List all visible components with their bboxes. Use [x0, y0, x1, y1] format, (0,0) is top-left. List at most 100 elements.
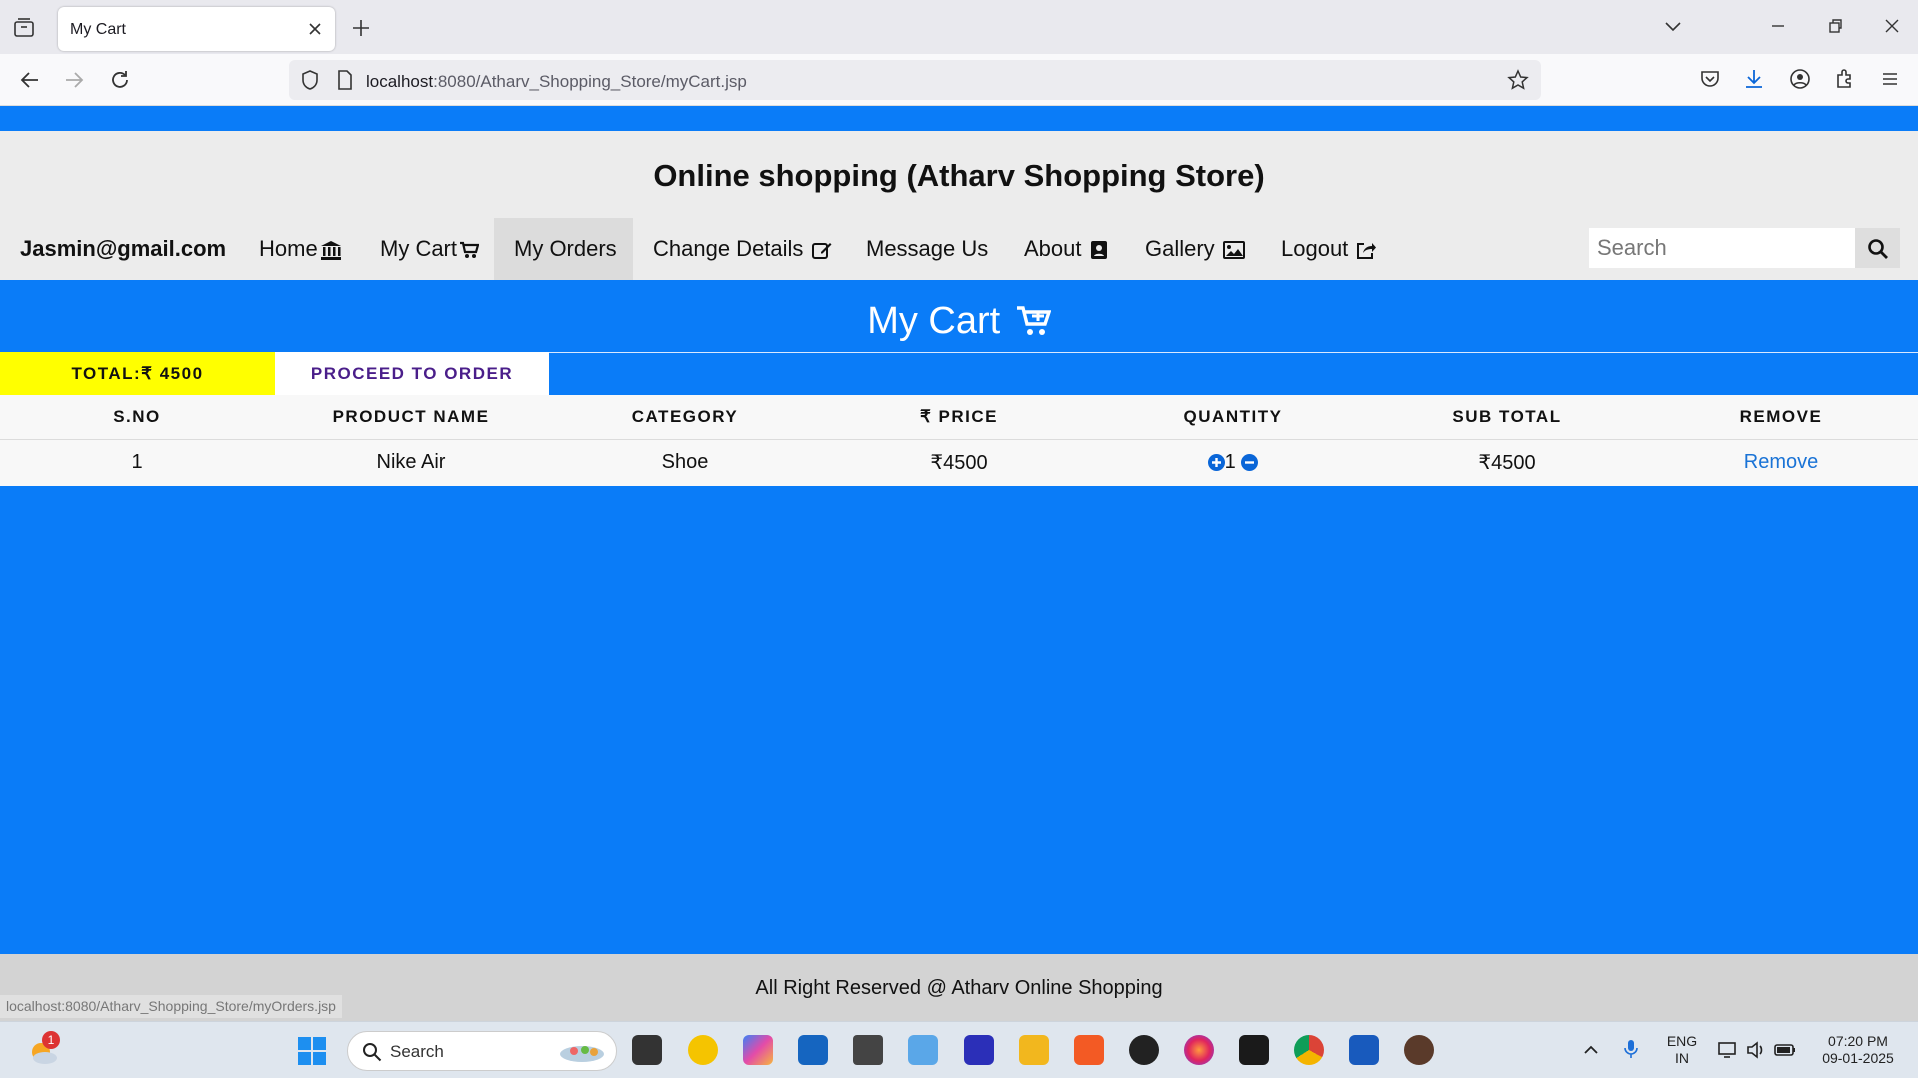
- col-remove: REMOVE: [1644, 395, 1918, 440]
- menu-item-change-details[interactable]: Change Details: [653, 218, 832, 280]
- cell-quantity: 1: [1096, 439, 1370, 486]
- site-header: Online shopping (Atharv Shopping Store) …: [0, 131, 1918, 280]
- widgets-icon[interactable]: [688, 1035, 718, 1065]
- menu-icon[interactable]: [1878, 67, 1902, 91]
- plus-circle-icon[interactable]: [1207, 454, 1225, 472]
- cell-subtotal: ₹4500: [1478, 452, 1536, 475]
- browser-tab-bar: My Cart: [0, 0, 1918, 54]
- search-input[interactable]: [1589, 228, 1855, 268]
- reload-icon[interactable]: [108, 68, 132, 92]
- col-sub-total: SUB TOTAL: [1370, 395, 1644, 440]
- page-icon: [338, 70, 352, 90]
- cart-table: S.NO PRODUCT NAME CATEGORY ₹ PRICE QUANT…: [0, 395, 1918, 486]
- control-panel-icon[interactable]: [908, 1035, 938, 1065]
- volume-icon[interactable]: [1745, 1040, 1767, 1060]
- site-title: Online shopping (Atharv Shopping Store): [653, 158, 1265, 193]
- account-icon[interactable]: [1788, 67, 1812, 91]
- menu-item-logout[interactable]: Logout: [1281, 218, 1377, 280]
- col-sno: S.NO: [0, 395, 274, 440]
- search-icon: [1868, 239, 1888, 259]
- shield-icon[interactable]: [299, 69, 321, 91]
- address-bar[interactable]: localhost:8080/Atharv_Shopping_Store/myC…: [289, 60, 1541, 100]
- cart-total: TOTAL:₹ 4500: [0, 352, 275, 395]
- proceed-to-order-button[interactable]: PROCEED TO ORDER: [275, 352, 549, 395]
- word-icon[interactable]: [1349, 1035, 1379, 1065]
- taskbar-search[interactable]: Search: [347, 1031, 617, 1071]
- brave-icon[interactable]: [1074, 1035, 1104, 1065]
- share-icon: [1357, 243, 1377, 260]
- app-emblem-icon[interactable]: [1404, 1035, 1434, 1065]
- extensions-icon[interactable]: [1833, 67, 1857, 91]
- file-explorer-icon[interactable]: [1019, 1035, 1049, 1065]
- col-product-name: PRODUCT NAME: [274, 395, 548, 440]
- close-window-icon[interactable]: [1880, 14, 1904, 38]
- menu-item-home[interactable]: Home: [259, 218, 342, 280]
- browser-nav-bar: localhost:8080/Atharv_Shopping_Store/myC…: [0, 54, 1918, 106]
- firefox-icon[interactable]: [1184, 1035, 1214, 1065]
- battery-icon[interactable]: [1773, 1040, 1797, 1060]
- remove-link[interactable]: Remove: [1744, 451, 1818, 473]
- main-menu: Jasmin@gmail.com Home My Cart My Orders …: [0, 218, 1918, 280]
- cart-icon: [460, 242, 479, 259]
- cart-icon: [1016, 306, 1052, 335]
- cart-heading: My Cart: [0, 300, 1918, 343]
- close-icon[interactable]: [305, 19, 325, 39]
- status-bar-url: localhost:8080/Atharv_Shopping_Store/myO…: [0, 995, 342, 1018]
- restore-icon[interactable]: [1823, 14, 1847, 38]
- menu-user-email: Jasmin@gmail.com: [20, 236, 227, 261]
- bookmark-star-icon[interactable]: [1507, 69, 1529, 91]
- weather-widget[interactable]: 1: [26, 1031, 60, 1068]
- search-highlight-icon: [560, 1046, 604, 1062]
- language-indicator[interactable]: ENG IN: [1660, 1033, 1704, 1067]
- image-icon: [1222, 241, 1245, 260]
- table-row: 1 Nike Air Shoe ₹4500 1 ₹4500 Remove: [0, 439, 1918, 486]
- tab-list-icon[interactable]: [12, 16, 36, 40]
- back-arrow-icon[interactable]: [18, 68, 42, 92]
- microphone-icon[interactable]: [1622, 1038, 1640, 1060]
- menu-item-my-cart[interactable]: My Cart: [380, 218, 479, 280]
- contact-book-icon: [1090, 241, 1107, 260]
- quantity-value: 1: [1224, 451, 1236, 474]
- windows-start-icon[interactable]: [297, 1036, 327, 1066]
- browser-tab[interactable]: My Cart: [58, 7, 335, 51]
- bank-icon: [320, 241, 341, 261]
- store-icon[interactable]: [798, 1035, 828, 1065]
- table-header-row: S.NO PRODUCT NAME CATEGORY ₹ PRICE QUANT…: [0, 395, 1918, 440]
- copilot-icon[interactable]: [743, 1035, 773, 1065]
- network-icon[interactable]: [1717, 1040, 1739, 1060]
- menu-item-gallery[interactable]: Gallery: [1145, 218, 1245, 280]
- notification-badge: 1: [42, 1031, 60, 1049]
- obs-icon[interactable]: [1129, 1035, 1159, 1065]
- col-category: CATEGORY: [548, 395, 822, 440]
- menu-item-message-us[interactable]: Message Us: [866, 218, 988, 280]
- plus-icon[interactable]: [350, 17, 372, 39]
- cell-category: Shoe: [661, 451, 709, 474]
- app-vs-icon[interactable]: [964, 1035, 994, 1065]
- menu-item-my-orders[interactable]: My Orders: [494, 218, 633, 280]
- minimize-icon[interactable]: [1766, 14, 1790, 38]
- chevron-up-icon[interactable]: [1582, 1042, 1600, 1058]
- tab-title: My Cart: [70, 21, 126, 38]
- task-view-icon[interactable]: [632, 1035, 662, 1065]
- menu-item-about[interactable]: About: [1024, 218, 1108, 280]
- search-icon: [363, 1043, 382, 1062]
- cell-remove: Remove: [1644, 439, 1918, 486]
- cell-price: ₹4500: [930, 452, 988, 475]
- chevron-down-icon[interactable]: [1661, 14, 1685, 38]
- app-cube-icon[interactable]: [853, 1035, 883, 1065]
- pocket-icon[interactable]: [1698, 67, 1722, 91]
- top-blue-strip: [0, 106, 1918, 131]
- clock[interactable]: 07:20 PM 09-01-2025: [1808, 1033, 1908, 1067]
- forward-arrow-icon[interactable]: [62, 68, 86, 92]
- url-text[interactable]: localhost:8080/Atharv_Shopping_Store/myC…: [366, 72, 747, 92]
- taskbar: 1 Search ENG IN 07:20 PM 09-01-2025: [0, 1021, 1918, 1078]
- cell-product: Nike Air: [376, 451, 446, 474]
- search-button[interactable]: [1855, 228, 1900, 268]
- app-m-icon[interactable]: [1239, 1035, 1269, 1065]
- minus-circle-icon[interactable]: [1241, 454, 1259, 472]
- chrome-icon[interactable]: [1294, 1035, 1324, 1065]
- col-quantity: QUANTITY: [1096, 395, 1370, 440]
- download-icon[interactable]: [1742, 67, 1766, 91]
- cell-sno: 1: [131, 451, 143, 474]
- col-price: ₹ PRICE: [822, 395, 1096, 440]
